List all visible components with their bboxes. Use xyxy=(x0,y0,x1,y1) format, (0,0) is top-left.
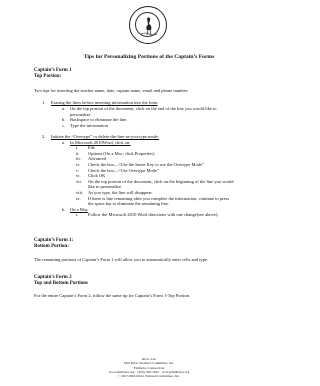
form2-text: For the entire Captain’s Form 2, follow … xyxy=(34,293,191,298)
document-page: Tips for Personalizing Portions of the C… xyxy=(0,0,298,386)
footer: River Lab Mill River Wetland Committee, … xyxy=(0,357,298,378)
form1-top-subheading: Top Portion: xyxy=(34,74,62,79)
item2-sub-b-label: b. xyxy=(62,206,66,212)
item2-sub-b-text: On a Mac xyxy=(70,206,88,212)
roman-label: ix. xyxy=(76,195,81,201)
roman-label: vii. xyxy=(76,178,82,184)
roman-label: i. xyxy=(76,212,79,218)
item2-sub-a-label: a. xyxy=(62,139,66,145)
roman-text: Follow the Microsoft 2010 Word direction… xyxy=(88,212,219,218)
item1-number: 1. xyxy=(42,100,46,105)
item2-sub-a-text: In Microsoft 2010Word, click on: xyxy=(70,139,131,145)
form1-intro-text: Two tips for inserting the teacher name,… xyxy=(34,88,189,93)
item2-number: 2. xyxy=(42,134,46,139)
form1-bottom-text: The remaining portions of Captain’s Form… xyxy=(34,257,208,262)
organization-seal-logo xyxy=(129,6,167,44)
form1-bottom-subheading: Bottom Portion: xyxy=(34,244,69,249)
page-title: Tips for Personalizing Portions of the C… xyxy=(83,54,215,60)
heron-icon xyxy=(140,17,158,36)
roman-text: the space bar to eliminate the remaining… xyxy=(88,201,169,207)
item1-sub-label: a. xyxy=(62,106,66,111)
form2-subheading: Top and Bottom Portions xyxy=(34,281,88,286)
item1-sub-label: c. xyxy=(62,122,66,128)
item1-text: Erasing the lines before inserting infor… xyxy=(51,100,158,105)
item1-sub-text: Type the information xyxy=(70,122,108,128)
item1-sub-text: On the top portion of the document, clic… xyxy=(70,106,217,111)
footer-line: © 2013 Mill River Wetland Committee, Inc… xyxy=(118,374,180,379)
